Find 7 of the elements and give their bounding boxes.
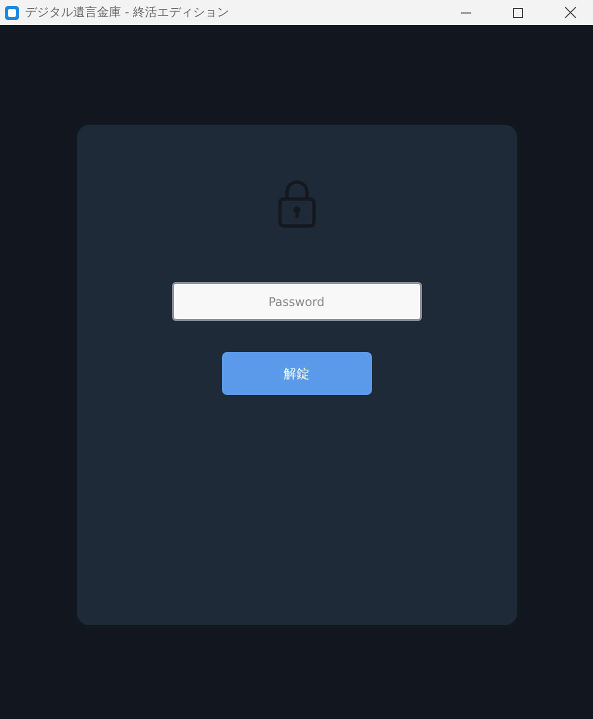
unlock-button[interactable]: 解錠 [222,352,372,395]
close-icon[interactable] [564,7,576,18]
app-icon [5,6,19,20]
password-field[interactable]: Password [172,282,422,321]
window-title: デジタル遺言金庫 - 終活エディション [25,4,230,21]
lock-icon [278,180,316,228]
maximize-icon[interactable] [513,8,523,18]
